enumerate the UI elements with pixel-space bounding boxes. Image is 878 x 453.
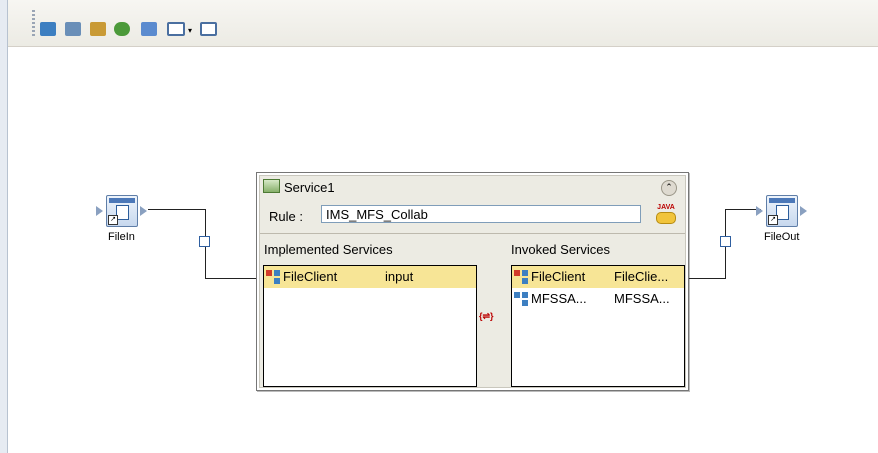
invoke-link-icon: {⇌} — [479, 311, 494, 321]
service-name: MFSSA... — [531, 291, 587, 306]
divider — [260, 233, 685, 234]
add-window-icon[interactable] — [200, 22, 217, 36]
service-operation: FileClie... — [614, 269, 669, 284]
chevron-down-icon[interactable]: ▾ — [188, 26, 192, 35]
invoked-services-list[interactable]: FileClient FileClie... MFSSA... MFSSA... — [511, 265, 685, 387]
file-out-port[interactable] — [720, 236, 731, 247]
add-entity-icon[interactable] — [114, 22, 130, 36]
list-item[interactable]: FileClient input — [264, 266, 476, 288]
service-name: FileClient — [531, 269, 586, 284]
toolbar-grip[interactable] — [32, 10, 35, 36]
service-operation: MFSSA... — [614, 291, 670, 306]
output-arrow-icon — [140, 206, 147, 216]
canvas[interactable]: ↗ FileIn Service1 ⌃ Rule : IMS_MFS_Colla… — [8, 47, 878, 453]
service-operation: input — [385, 269, 414, 284]
implemented-services-header: Implemented Services — [264, 242, 393, 257]
service-name: FileClient — [283, 269, 338, 284]
add-table-icon[interactable] — [90, 22, 106, 36]
rule-label: Rule : — [269, 209, 303, 224]
list-item[interactable]: MFSSA... MFSSA... — [512, 288, 684, 310]
input-arrow-icon — [756, 206, 763, 216]
service-component-icon — [514, 292, 528, 306]
file-in-icon: ↗ — [106, 195, 138, 227]
java-rule-icon[interactable]: JAVA — [653, 204, 679, 226]
service-icon — [263, 179, 280, 193]
add-image-icon[interactable] — [141, 22, 157, 36]
toolbar: ▾ — [8, 0, 878, 47]
output-arrow-icon — [800, 206, 807, 216]
file-in-port[interactable] — [199, 236, 210, 247]
collapse-icon[interactable]: ⌃ — [661, 180, 677, 196]
service-title: Service1 — [284, 180, 335, 195]
list-item[interactable]: FileClient FileClie... — [512, 266, 684, 288]
service-component-icon — [266, 270, 280, 284]
add-connector-icon[interactable] — [65, 22, 81, 36]
service-component-icon — [514, 270, 528, 284]
input-arrow-icon — [96, 206, 103, 216]
connection-wire — [205, 278, 257, 279]
implemented-services-list[interactable]: FileClient input — [263, 265, 477, 387]
connection-wire — [689, 278, 726, 279]
file-out-icon: ↗ — [766, 195, 798, 227]
add-window-dropdown-icon[interactable] — [167, 22, 185, 36]
service-box[interactable]: Service1 ⌃ Rule : IMS_MFS_Collab JAVA Im… — [256, 172, 689, 391]
java-badge: JAVA — [657, 204, 675, 211]
left-ruler — [0, 0, 8, 453]
add-service-icon[interactable] — [40, 22, 56, 36]
file-out-label: FileOut — [764, 231, 800, 243]
connection-wire — [148, 209, 206, 210]
rule-field[interactable]: IMS_MFS_Collab — [321, 205, 641, 223]
invoked-services-header: Invoked Services — [511, 242, 610, 257]
file-in-label: FileIn — [108, 231, 135, 243]
